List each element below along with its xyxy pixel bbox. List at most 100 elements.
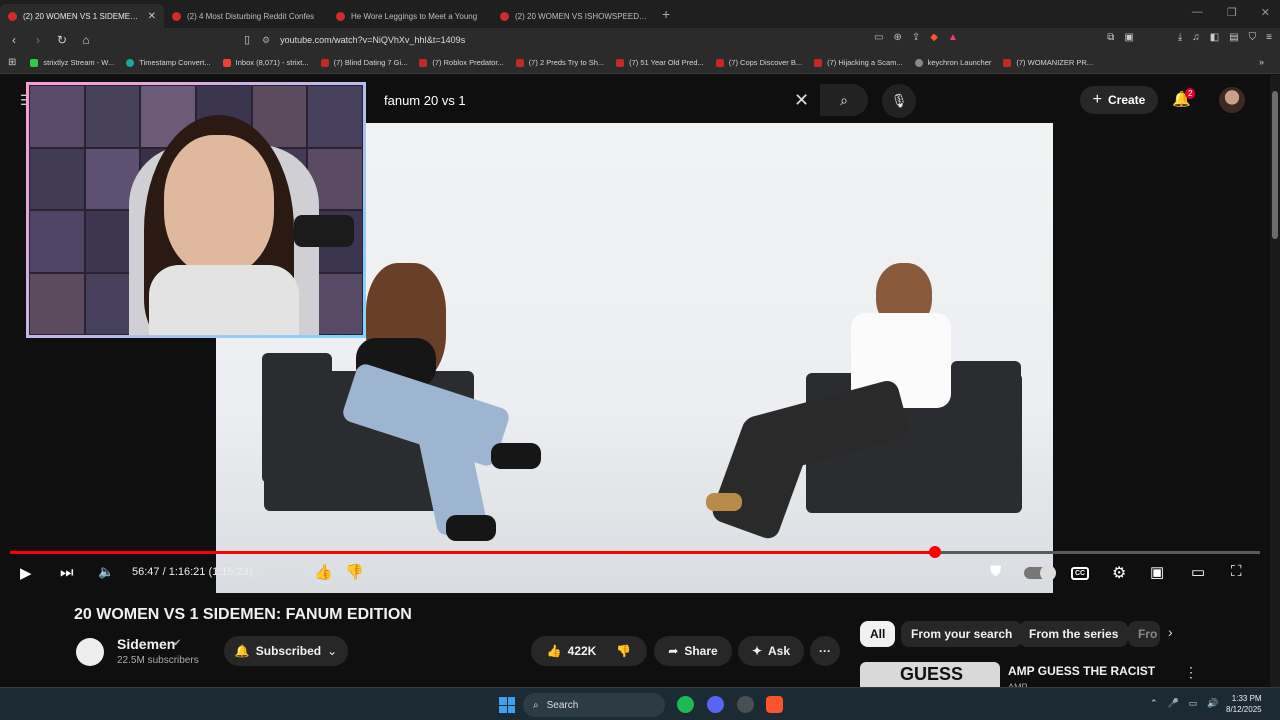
search-button[interactable]: ⌕ [820, 84, 868, 116]
vpn-icon[interactable]: ⛉ [1249, 32, 1257, 43]
bookmark-item[interactable]: (7) 2 Preds Try to Sh... [515, 58, 604, 67]
bookmark-item[interactable]: (7) Cops Discover B... [715, 58, 802, 67]
minimize-icon[interactable]: — [1192, 6, 1203, 19]
progress-scrubber[interactable] [929, 546, 941, 558]
chip-from-your-search[interactable]: From your search [901, 621, 1023, 647]
browser-tab[interactable]: (2) 20 WOMEN VS 1 SIDEMEN: F ✕ [0, 4, 164, 28]
autoplay-toggle[interactable] [1024, 565, 1056, 581]
brave-shield-icon[interactable]: ◆ [930, 32, 938, 43]
spotify-icon[interactable] [677, 696, 694, 713]
channel-name[interactable]: Sidemen [117, 636, 175, 652]
forward-icon[interactable]: › [28, 33, 48, 47]
browser-tab[interactable]: (2) 20 WOMEN VS ISHOWSPEED: INC [492, 4, 656, 28]
download-icon[interactable]: ⤓ [1178, 32, 1182, 43]
home-icon[interactable]: ⌂ [76, 33, 96, 47]
video-progress-bar[interactable] [10, 546, 1260, 558]
media-icon[interactable]: ♫ [1192, 32, 1200, 43]
speaker-icon[interactable]: 🔊 [1207, 698, 1218, 709]
ad-blocker-shield-icon[interactable]: ⛊ [990, 563, 1001, 580]
discord-icon[interactable] [707, 696, 724, 713]
miniplayer-icon[interactable]: ▣ [1150, 563, 1164, 581]
youtube-icon [336, 11, 345, 21]
windows-start-icon[interactable] [499, 697, 515, 713]
chip-from-the-series[interactable]: From the series [1019, 621, 1129, 647]
bookmark-item[interactable]: strixtlyz Stream - W... [30, 58, 114, 67]
fullscreen-icon[interactable]: ⛶ [1231, 563, 1242, 580]
share-button[interactable]: ➦ Share [654, 636, 732, 666]
close-icon[interactable]: ✕ [148, 11, 156, 22]
bookmark-item[interactable]: Timestamp Convert... [126, 58, 211, 67]
tab-search-icon[interactable]: ▣ [1124, 32, 1133, 43]
play-icon[interactable]: ▶ [20, 564, 32, 582]
like-icon[interactable]: 👍 [547, 644, 562, 658]
new-tab-icon[interactable]: + [662, 6, 670, 22]
chevron-right-icon[interactable]: › [1168, 624, 1173, 640]
share-page-icon[interactable]: ⇪ [912, 32, 920, 43]
webcam-streamer-body [149, 265, 299, 335]
bookmark-item[interactable]: (7) Roblox Predator... [419, 58, 504, 67]
menu-icon[interactable]: ≡ [1266, 32, 1272, 43]
ask-button[interactable]: ✦ Ask [738, 636, 804, 666]
network-icon[interactable]: ▭ [1189, 698, 1198, 709]
extensions-icon[interactable]: ⧉ [1107, 32, 1114, 43]
bookmark-item[interactable]: keychron Launcher [914, 58, 991, 67]
maximize-icon[interactable]: ❐ [1227, 6, 1237, 19]
more-bookmarks-icon[interactable]: » [1259, 57, 1264, 67]
voice-search-button[interactable]: 🎙 [882, 84, 916, 118]
like-count[interactable]: 422K [568, 644, 597, 658]
system-clock[interactable]: 1:33 PM 8/12/2025 [1226, 693, 1262, 715]
taskbar-search[interactable]: ⌕ Search [523, 693, 665, 717]
obs-icon[interactable] [737, 696, 754, 713]
create-label: Create [1107, 93, 1146, 107]
wallet-icon[interactable]: ▤ [1229, 32, 1238, 43]
volume-icon[interactable]: 🔈 [98, 564, 114, 580]
clear-search-icon[interactable]: ✕ [794, 90, 809, 111]
dislike-chapter-icon[interactable]: 👎 [345, 563, 364, 581]
bookmark-item[interactable]: (7) Blind Dating 7 Gi... [320, 58, 407, 67]
back-icon[interactable]: ‹ [4, 33, 24, 47]
subscribed-button[interactable]: 🔔 Subscribed ⌄ [224, 636, 348, 666]
chevron-up-icon[interactable]: ⌃ [1150, 698, 1158, 709]
recommendation-title[interactable]: AMP GUESS THE RACIST [1008, 664, 1155, 678]
scrollbar-thumb[interactable] [1272, 91, 1278, 239]
more-vertical-icon[interactable]: ⋮ [1184, 664, 1198, 681]
apps-grid-icon[interactable]: ⊞ [8, 57, 16, 68]
dislike-icon[interactable]: 👎 [616, 644, 631, 658]
brave-rewards-icon[interactable]: ▲ [948, 32, 958, 43]
bookmark-icon[interactable]: ▯ [244, 33, 250, 46]
theater-mode-icon[interactable]: ▭ [1191, 563, 1205, 581]
bookmark-item[interactable]: (7) Hijacking a Scam... [814, 58, 903, 67]
browser-tab[interactable]: He Wore Leggings to Meet a Young [328, 4, 492, 28]
recommendation-thumbnail[interactable]: GUESS [860, 662, 1000, 687]
search-input[interactable] [370, 92, 770, 108]
zoom-icon[interactable]: ⊕ [893, 32, 901, 43]
close-window-icon[interactable]: ✕ [1261, 6, 1270, 19]
chip-all[interactable]: All [860, 621, 896, 647]
captions-icon[interactable]: CC [1071, 567, 1089, 580]
plus-icon: + [1092, 91, 1102, 108]
chip-truncated[interactable]: Fro [1128, 621, 1160, 647]
subscribed-label: Subscribed [255, 644, 322, 658]
more-actions-button[interactable]: ··· [810, 636, 840, 666]
reload-icon[interactable]: ↻ [52, 33, 72, 47]
bookmark-label: (7) Roblox Predator... [432, 58, 504, 67]
brave-icon[interactable] [766, 696, 783, 713]
sidebar-icon[interactable]: ◧ [1210, 32, 1219, 43]
next-icon[interactable]: ⏭ [60, 564, 74, 581]
settings-icon[interactable]: ⚙ [1112, 563, 1126, 583]
create-button[interactable]: + Create [1080, 86, 1158, 114]
site-info-icon[interactable]: ⚙ [262, 35, 270, 46]
kick-icon [30, 58, 39, 67]
bookmark-item[interactable]: Inbox (8,071) - strixt... [222, 58, 309, 67]
browser-tab[interactable]: (2) 4 Most Disturbing Reddit Confes [164, 4, 328, 28]
bookmark-item[interactable]: (7) WOMANIZER PR... [1003, 58, 1093, 67]
microphone-icon[interactable]: 🎤 [1168, 698, 1179, 709]
bookmark-item[interactable]: (7) 51 Year Old Pred... [616, 58, 704, 67]
account-avatar[interactable] [1219, 87, 1245, 113]
page-scrollbar[interactable] [1270, 75, 1280, 687]
screenshot-icon[interactable]: ▭ [874, 32, 883, 43]
chapter-title[interactable]: Date N°8 [260, 566, 305, 578]
channel-avatar[interactable] [76, 638, 104, 666]
like-chapter-icon[interactable]: 👍 [314, 563, 333, 581]
webcam-microphone [294, 215, 354, 247]
